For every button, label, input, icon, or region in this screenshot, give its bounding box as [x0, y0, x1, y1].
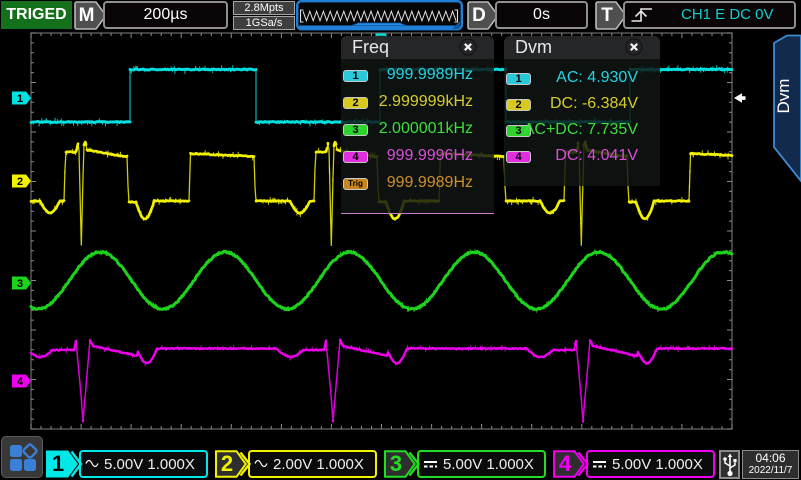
- svg-text:Dvm: Dvm: [774, 79, 793, 114]
- svg-text:2: 2: [17, 176, 23, 188]
- svg-text:3: 3: [17, 278, 23, 290]
- svg-text:1: 1: [17, 93, 23, 105]
- svg-text:4: 4: [17, 376, 24, 388]
